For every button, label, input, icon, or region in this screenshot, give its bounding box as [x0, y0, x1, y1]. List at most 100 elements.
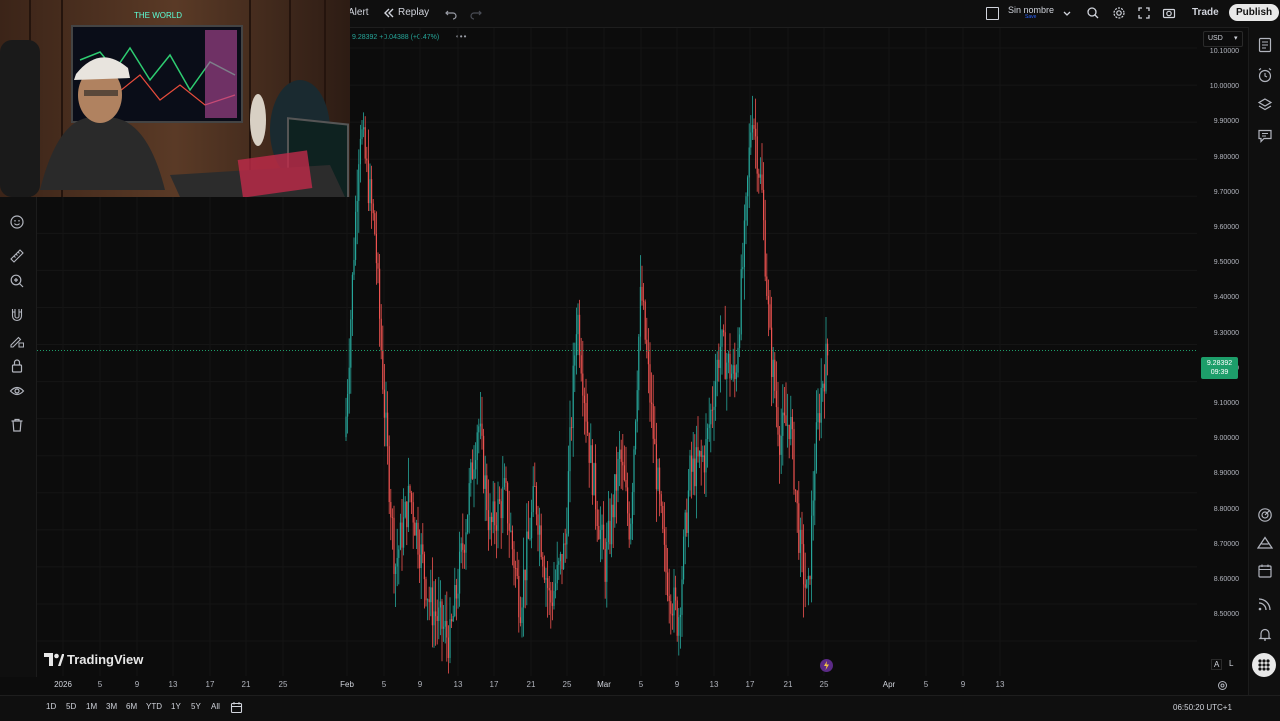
- calendar-icon[interactable]: [1257, 563, 1273, 579]
- scale-settings-icon[interactable]: [1217, 678, 1228, 690]
- range-button-all[interactable]: All: [211, 702, 220, 711]
- candle-body: [595, 463, 597, 510]
- candle-body: [809, 576, 811, 580]
- candle-body: [820, 387, 822, 423]
- quick-search-icon[interactable]: [1086, 6, 1100, 20]
- replay-icon[interactable]: [382, 6, 396, 20]
- time-tick-label: 25: [562, 680, 572, 689]
- range-button-5d[interactable]: 5D: [66, 702, 76, 711]
- pattern-icon[interactable]: [1256, 535, 1274, 551]
- candle-body: [777, 407, 779, 435]
- notification-bell-icon[interactable]: [1257, 626, 1273, 642]
- date-range-calendar-icon[interactable]: [230, 701, 243, 714]
- magnet-icon[interactable]: [9, 307, 25, 323]
- layers-icon[interactable]: [1257, 97, 1273, 113]
- candle-body: [612, 504, 614, 518]
- alert-button[interactable]: Alert: [348, 7, 369, 19]
- candle-body: [502, 486, 504, 519]
- range-button-3m[interactable]: 3M: [106, 702, 117, 711]
- candle-body: [711, 409, 713, 411]
- chat-icon[interactable]: [1257, 128, 1273, 144]
- candle-body: [364, 127, 366, 159]
- undo-icon[interactable]: [444, 6, 458, 20]
- candle-body: [761, 174, 763, 190]
- candle-body: [427, 599, 429, 601]
- candle-body: [673, 587, 675, 616]
- signal-feed-icon[interactable]: [1257, 596, 1273, 612]
- candle-body: [609, 520, 611, 545]
- candle-body: [399, 522, 401, 550]
- candle-body: [479, 423, 481, 427]
- eye-icon[interactable]: [9, 383, 25, 399]
- trash-icon[interactable]: [9, 417, 25, 433]
- time-tick-label: 17: [745, 680, 755, 689]
- candle-body: [686, 512, 688, 533]
- publish-button[interactable]: Publish: [1229, 4, 1280, 21]
- candle-body: [431, 587, 433, 626]
- candle-body: [683, 536, 685, 580]
- layout-square-icon[interactable]: [986, 7, 999, 20]
- pencil-lock-icon[interactable]: [9, 333, 25, 349]
- apps-grid-icon[interactable]: [1252, 653, 1276, 677]
- candle-body: [641, 286, 643, 301]
- price-tick-label: 10.10000: [1209, 48, 1239, 55]
- watchlist-icon[interactable]: [1257, 37, 1273, 53]
- fullscreen-icon[interactable]: [1137, 6, 1151, 20]
- currency-dropdown[interactable]: USD ▾: [1203, 31, 1243, 47]
- candle-body: [537, 514, 539, 535]
- candle-body: [489, 516, 491, 531]
- ruler-icon[interactable]: [9, 248, 25, 264]
- candle-body: [505, 478, 507, 483]
- camera-icon[interactable]: [1162, 6, 1176, 20]
- replay-button[interactable]: Replay: [398, 7, 429, 19]
- candle-body: [409, 485, 411, 494]
- range-button-1d[interactable]: 1D: [46, 702, 56, 711]
- candle-body: [694, 458, 696, 487]
- candle-body: [577, 314, 579, 335]
- range-button-1y[interactable]: 1Y: [171, 702, 181, 711]
- trade-button[interactable]: Trade: [1192, 7, 1219, 19]
- range-button-6m[interactable]: 6M: [126, 702, 137, 711]
- time-tick-label: 21: [526, 680, 536, 689]
- candle-body: [815, 422, 817, 471]
- candle-body: [476, 432, 478, 461]
- target-icon[interactable]: [1257, 507, 1273, 523]
- autoscale-button[interactable]: A: [1211, 659, 1223, 670]
- price-scale[interactable]: 10.10000 10.00000 9.90000 9.80000 9.70000 9.6…: [1197, 28, 1247, 676]
- candle-body: [567, 471, 569, 534]
- emoji-icon[interactable]: [9, 214, 25, 230]
- time-scale[interactable]: 2026 5 9 13 17 21 25 Feb 5 9 13 17 21 25 Mar 5 9 13 17 21 25…: [37, 676, 1247, 694]
- log-scale-button[interactable]: L: [1227, 659, 1235, 668]
- settings-gear-icon[interactable]: [1112, 6, 1126, 20]
- candle-body: [779, 434, 781, 455]
- range-button-ytd[interactable]: YTD: [146, 702, 162, 711]
- candle-body: [713, 406, 715, 411]
- alarm-clock-icon[interactable]: [1257, 67, 1273, 83]
- candle-body: [622, 461, 624, 466]
- candle-body: [662, 505, 664, 530]
- redo-icon[interactable]: [469, 6, 483, 20]
- range-button-5y[interactable]: 5Y: [191, 702, 201, 711]
- candle-body: [647, 351, 649, 365]
- svg-text:THE WORLD: THE WORLD: [134, 11, 182, 20]
- candle-body: [564, 543, 566, 545]
- candle-body: [798, 503, 800, 553]
- candle-body: [679, 614, 681, 618]
- candle-body: [441, 601, 443, 629]
- range-button-1m[interactable]: 1M: [86, 702, 97, 711]
- candle-body: [428, 599, 430, 603]
- candle-body: [801, 529, 803, 545]
- candle-body: [455, 584, 457, 599]
- lock-icon[interactable]: [9, 358, 25, 374]
- event-lightning-icon[interactable]: [820, 659, 833, 672]
- candle-body: [417, 522, 419, 555]
- candle-body: [731, 373, 733, 379]
- candle-body: [785, 415, 787, 426]
- utc-clock[interactable]: 06:50:20 UTC+1: [1173, 703, 1232, 712]
- candle-body: [687, 490, 689, 533]
- chevron-down-icon[interactable]: [1060, 6, 1074, 20]
- zoom-in-icon[interactable]: [9, 273, 25, 289]
- candle-body: [438, 607, 440, 622]
- candle-body: [547, 578, 549, 588]
- candle-body: [639, 286, 641, 337]
